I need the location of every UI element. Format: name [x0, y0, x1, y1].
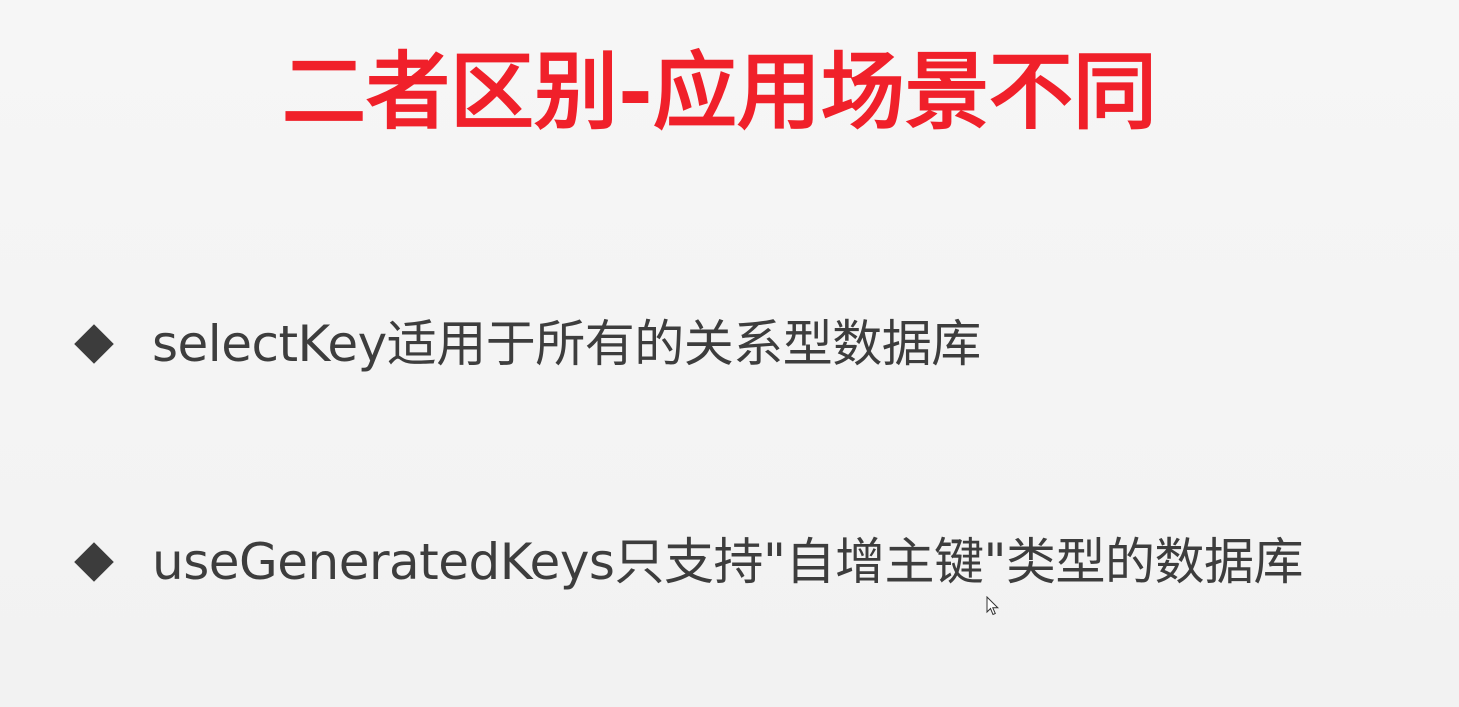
- bullet-text: useGeneratedKeys只支持"自增主键"类型的数据库: [152, 533, 1303, 591]
- mouse-pointer-icon: [986, 596, 1000, 616]
- slide-title: 二者区别-应用场景不同: [282, 43, 1157, 141]
- bullet-item-select-key: selectKey适用于所有的关系型数据库: [74, 304, 981, 384]
- diamond-bullet-icon: [74, 324, 114, 364]
- presentation-slide: 二者区别-应用场景不同 selectKey适用于所有的关系型数据库 useGen…: [0, 0, 1459, 707]
- diamond-bullet-icon: [74, 542, 114, 582]
- bullet-text: selectKey适用于所有的关系型数据库: [152, 315, 981, 373]
- bullet-item-use-generated-keys: useGeneratedKeys只支持"自增主键"类型的数据库: [74, 522, 1303, 602]
